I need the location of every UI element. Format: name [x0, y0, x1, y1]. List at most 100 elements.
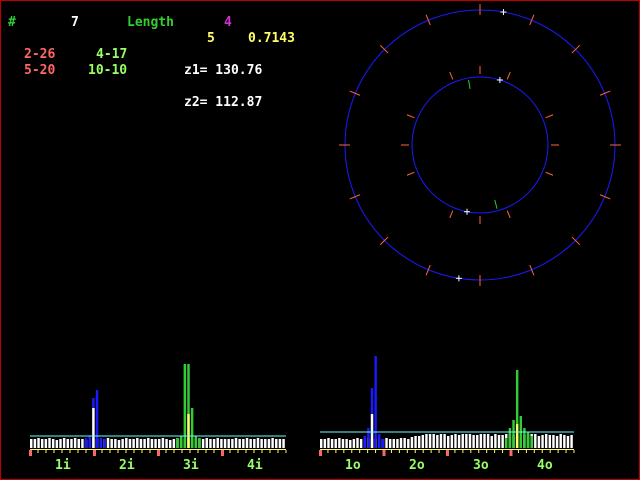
histogram-bar-blue — [103, 439, 106, 448]
histogram-bar-blue — [88, 436, 91, 448]
histogram-bar — [479, 434, 483, 448]
histogram-bar — [388, 439, 392, 448]
histogram-section-marker — [157, 450, 160, 456]
histogram-bar — [264, 439, 267, 448]
histogram-bar-blue — [84, 438, 88, 448]
histogram-bar — [407, 439, 410, 448]
histogram-bar — [70, 439, 73, 448]
histogram-bar-green — [183, 364, 187, 448]
histogram-bar — [330, 439, 334, 448]
histogram-bar — [110, 439, 113, 448]
histogram-bar — [106, 438, 110, 448]
histogram-section-marker — [446, 450, 449, 456]
histogram-bar — [216, 438, 219, 448]
histogram-bar — [139, 439, 143, 448]
histogram-section-marker — [29, 450, 32, 456]
histogram-bar — [267, 439, 271, 448]
histogram-bar — [548, 435, 552, 448]
histogram-bar-white — [92, 408, 95, 448]
histogram-section-marker — [221, 450, 224, 456]
histogram-bar — [253, 439, 256, 448]
histogram-bar — [537, 436, 541, 448]
histogram-bar — [483, 434, 486, 448]
histogram-bar — [320, 439, 323, 448]
histogram-bar — [414, 436, 417, 448]
histogram-bar-green — [530, 436, 533, 448]
histogram-bar-blue — [367, 428, 370, 448]
histogram-bar — [154, 439, 157, 448]
histogram-bar — [399, 438, 403, 448]
histogram-bar — [468, 434, 472, 448]
histogram-bar — [66, 439, 70, 448]
histogram-bar — [234, 438, 238, 448]
histogram-bar — [450, 435, 454, 448]
histogram-bar — [231, 439, 234, 448]
histogram-bar — [168, 440, 172, 448]
histogram-bar — [37, 438, 40, 448]
histogram-bar — [242, 439, 245, 448]
histogram-bar-blue — [374, 356, 377, 448]
histogram-bar — [51, 439, 55, 448]
histogram-bar-green — [505, 438, 508, 448]
histogram-bar — [501, 435, 504, 448]
histogram-bar — [439, 434, 443, 448]
histogram-bar — [275, 439, 278, 448]
axis-label-4o: 4o — [537, 458, 553, 473]
histogram-bar — [490, 436, 493, 448]
histogram-bar — [541, 435, 544, 448]
histogram-bar — [227, 439, 230, 448]
histogram-bar — [161, 438, 165, 448]
histogram-bar-yellow — [187, 414, 190, 448]
histogram-bar — [323, 439, 327, 448]
histogram-section-marker — [382, 450, 386, 456]
histogram-bar-green — [179, 436, 183, 448]
axis-label-1i: 1i — [55, 458, 71, 473]
histogram-bar — [570, 435, 573, 448]
histogram-bar — [472, 435, 475, 448]
histogram-bar — [476, 435, 479, 448]
histogram-bar — [385, 438, 388, 448]
histogram-bar — [359, 439, 363, 448]
histogram-outer — [319, 356, 575, 456]
histogram-bar — [62, 438, 66, 448]
histogram-bar-green — [512, 420, 515, 448]
histogram-bar — [40, 439, 44, 448]
histogram-bar — [125, 438, 128, 448]
histogram-bar — [349, 440, 352, 448]
histogram-bar — [410, 437, 414, 448]
histogram-bar — [338, 438, 341, 448]
histogram-bar — [447, 436, 450, 448]
histogram-bar — [205, 438, 208, 448]
histogram-bar — [494, 434, 497, 448]
histogram-bar-white — [370, 414, 374, 448]
histogram-bar — [425, 434, 428, 448]
histogram-bar — [392, 439, 395, 448]
axis-label-3i: 3i — [183, 458, 199, 473]
histogram-bar — [249, 439, 252, 448]
histogram-bar — [443, 434, 446, 448]
histogram-bar — [559, 434, 562, 448]
histogram-bar — [327, 438, 330, 448]
histogram-bar — [117, 440, 121, 448]
histogram-bar-green — [526, 432, 530, 448]
histogram-bar-blue — [95, 390, 99, 448]
histogram-bar — [334, 439, 337, 448]
histogram-bar — [256, 438, 260, 448]
histogram-bar — [345, 439, 348, 448]
histogram-bar — [282, 439, 285, 448]
histogram-bar — [212, 439, 216, 448]
histogram-bar — [534, 434, 537, 448]
histogram-bar — [454, 434, 457, 448]
axis-label-1o: 1o — [345, 458, 361, 473]
histogram-bar — [465, 434, 468, 448]
axis-label-2i: 2i — [119, 458, 135, 473]
histogram-bar — [128, 439, 132, 448]
histogram-bar — [132, 439, 135, 448]
histogram-bar — [497, 435, 501, 448]
histogram-bar-blue — [381, 439, 385, 448]
histogram-bar — [55, 440, 59, 448]
histogram-bar — [158, 439, 161, 448]
histogram-bar — [486, 434, 490, 448]
histogram-bar — [30, 439, 33, 448]
histogram-bar — [73, 438, 77, 448]
